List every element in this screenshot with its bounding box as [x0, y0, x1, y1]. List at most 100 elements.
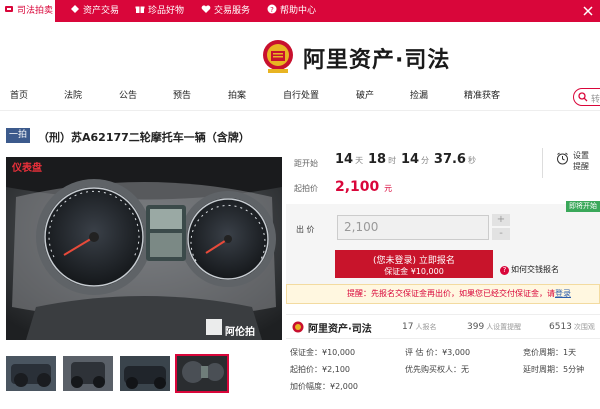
reminder-count-value: 399 — [467, 322, 485, 332]
tab-asset-trade[interactable]: 资产交易 — [70, 0, 119, 22]
notice-text: 提醒：先报名交保证金再出价，如果您已经交付保证金，请 — [347, 289, 555, 298]
emblem-icon — [292, 321, 304, 333]
tab-judicial-auction[interactable]: 司法拍卖 — [0, 0, 55, 22]
countdown-days: 14 — [335, 152, 354, 167]
tab-label: 珍品好物 — [148, 6, 185, 16]
question-icon: ? — [267, 4, 277, 14]
signup-button[interactable]: (您未登录) 立即报名 保证金 ¥10,000 — [335, 250, 493, 278]
nav-item-cases[interactable]: 拍案 — [228, 88, 246, 101]
signup-count-value: 17 — [402, 322, 414, 332]
view-count: 6513 次围观 — [549, 322, 595, 332]
view-count-value: 6513 — [549, 322, 572, 332]
start-price-label: 起拍价 — [294, 184, 318, 193]
start-price-unit: 元 — [384, 184, 393, 193]
thumbnail-image — [6, 356, 56, 391]
reminder-label: 设置 — [573, 151, 589, 160]
main-nav: 首页 法院 公告 预告 拍案 自行处置 破产 捡漏 精准获客 — [0, 88, 600, 106]
main-photo[interactable]: 仪表盘 阿伦拍 — [6, 157, 282, 340]
countdown-minutes: 14 — [400, 152, 420, 167]
logo-text: 阿里资产·司法 — [303, 48, 451, 73]
deposit-label: 保证金： — [290, 348, 322, 357]
divider — [0, 110, 600, 111]
start-price-info: 起拍价：¥2,100 — [290, 364, 350, 375]
how-to-signup-link[interactable]: ? 如何交钱报名 — [500, 264, 559, 275]
diamond-icon — [71, 5, 79, 13]
deposit-value: ¥10,000 — [322, 348, 356, 357]
nav-item-courts[interactable]: 法院 — [64, 88, 82, 101]
countdown-unit: 时 — [388, 156, 397, 165]
search-box[interactable]: 转 — [573, 88, 600, 106]
thumbnail[interactable] — [63, 356, 113, 391]
nav-item-bankruptcy[interactable]: 破产 — [356, 88, 374, 101]
bid-amount-input[interactable]: 2,100 — [337, 215, 489, 240]
deposit-info: 保证金：¥10,000 — [290, 347, 355, 358]
divider — [542, 148, 543, 178]
how-to-label: 如何交钱报名 — [511, 265, 559, 274]
svg-text:?: ? — [270, 6, 274, 14]
increment-label: 加价幅度： — [290, 382, 330, 391]
start-price: 2,100 元 — [335, 179, 392, 195]
priority-label: 优先购买权人： — [405, 365, 461, 374]
decrease-bid-button[interactable]: - — [492, 228, 510, 240]
mini-logo-text: 阿里资产·司法 — [308, 324, 372, 335]
countdown-label: 距开始 — [294, 159, 318, 168]
start-price-value: 2,100 — [335, 179, 380, 195]
search-icon — [578, 92, 588, 102]
signup-deposit: 保证金 ¥10,000 — [384, 267, 444, 276]
nav-item-precise-leads[interactable]: 精准获客 — [464, 88, 500, 101]
gift-icon — [135, 6, 145, 13]
increase-bid-button[interactable]: + — [492, 214, 510, 226]
reminder-count-unit: 人设置提醒 — [486, 323, 522, 331]
top-bar: 司法拍卖 资产交易 珍品好物 交易服务 ? 帮助中心 — [0, 0, 600, 22]
bid-label: 出 价 — [296, 225, 315, 234]
delay-label: 延时周期： — [523, 365, 563, 374]
alarm-clock-icon — [557, 152, 568, 165]
tab-label: 资产交易 — [83, 6, 120, 16]
stats-bar: 阿里资产·司法 17 人报名 399 人设置提醒 6513 次围观 — [286, 314, 600, 339]
countdown-seconds: 37.6 — [433, 152, 466, 167]
auction-round-badge: 一拍 — [6, 128, 30, 143]
reminder-count: 399 人设置提醒 — [467, 322, 521, 332]
search-input[interactable]: 转 — [591, 92, 600, 105]
countdown-timer: 14 天 18 时 14 分 37.6 秒 — [335, 152, 478, 167]
tab-label: 司法拍卖 — [17, 6, 54, 16]
delay-value: 5分钟 — [563, 365, 585, 374]
period-value: 1天 — [563, 348, 577, 357]
start-label: 起拍价： — [290, 365, 322, 374]
appraisal-value: ¥3,000 — [442, 348, 471, 357]
close-icon[interactable] — [583, 6, 593, 16]
thumbnail-selected[interactable] — [175, 354, 229, 393]
tab-trade-service[interactable]: 交易服务 — [201, 0, 250, 22]
nav-item-bargains[interactable]: 捡漏 — [410, 88, 428, 101]
signup-label: (您未登录) 立即报名 — [373, 256, 455, 266]
watermark-text: 阿伦拍 — [225, 327, 255, 338]
thumbnail-image — [120, 356, 170, 391]
priority-value: 无 — [461, 365, 469, 374]
view-count-unit: 次围观 — [573, 323, 595, 331]
photo-tag: 仪表盘 — [12, 163, 42, 174]
appraisal-info: 评 估 价：¥3,000 — [405, 347, 470, 358]
thumbnail[interactable] — [120, 356, 170, 391]
question-icon: ? — [500, 266, 509, 275]
countdown-unit: 天 — [355, 156, 364, 165]
nav-item-preview[interactable]: 预告 — [173, 88, 191, 101]
tab-help-center[interactable]: ? 帮助中心 — [267, 0, 316, 22]
tab-treasures[interactable]: 珍品好物 — [135, 0, 184, 22]
login-link[interactable]: 登录 — [555, 289, 571, 298]
thumbnail[interactable] — [6, 356, 56, 391]
period-label: 竞价周期： — [523, 348, 563, 357]
start-value: ¥2,100 — [322, 365, 350, 374]
item-title: （刑）苏A62177二轮摩托车一辆（含牌） — [38, 131, 250, 144]
priority-info: 优先购买权人：无 — [405, 364, 469, 375]
reminder-notice: 提醒：先报名交保证金再出价，如果您已经交付保证金，请登录 — [286, 284, 600, 304]
nav-item-announcements[interactable]: 公告 — [119, 88, 137, 101]
status-badge: 即将开始 — [566, 201, 600, 212]
national-emblem-icon — [263, 40, 293, 73]
nav-item-home[interactable]: 首页 — [10, 88, 28, 101]
nav-item-self-disposal[interactable]: 自行处置 — [283, 88, 319, 101]
appraisal-label: 评 估 价： — [405, 348, 443, 357]
countdown-unit: 分 — [421, 156, 430, 165]
tab-label: 帮助中心 — [280, 6, 317, 16]
reminder-label: 提醒 — [573, 162, 589, 171]
thumbnail-image — [63, 356, 113, 391]
